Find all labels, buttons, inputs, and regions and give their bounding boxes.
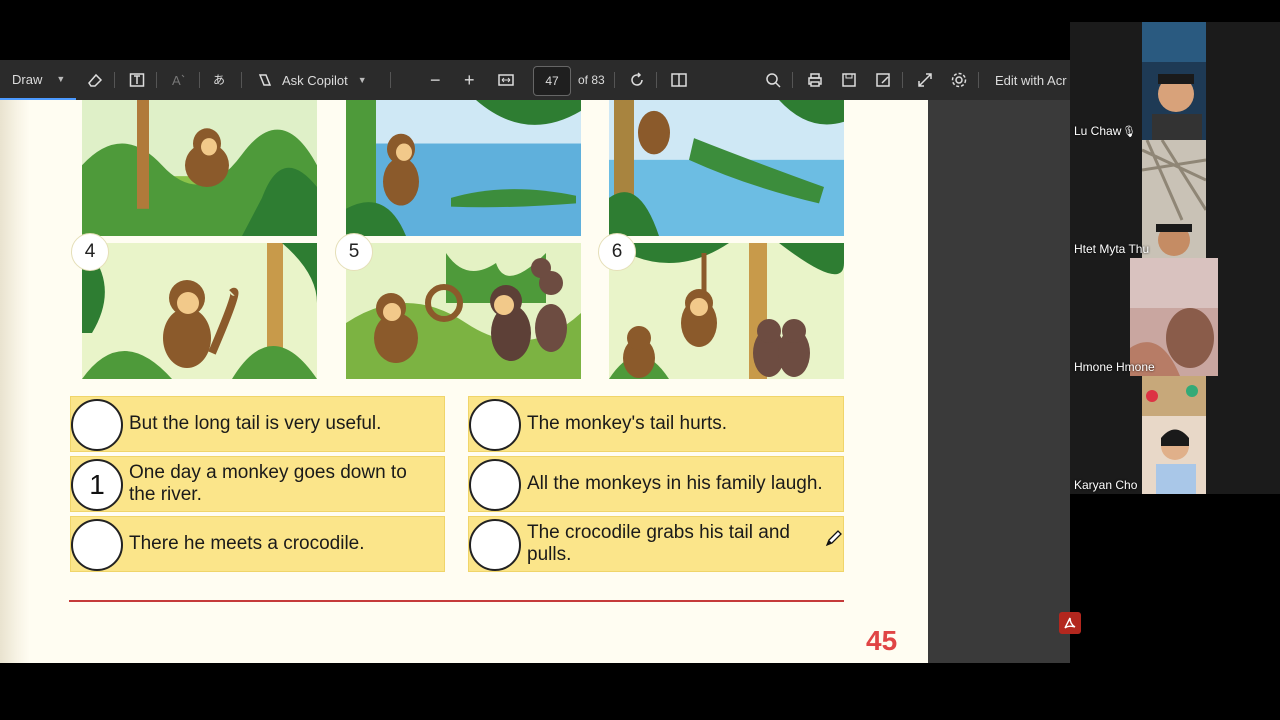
acrobat-icon[interactable] — [1059, 612, 1081, 634]
answer-circle[interactable] — [469, 459, 521, 511]
participant-tile[interactable]: Hmone Hmone — [1070, 258, 1280, 376]
fit-page-icon[interactable] — [497, 60, 515, 100]
story-picture-6 — [609, 243, 844, 379]
sentence-text: But the long tail is very useful. — [129, 413, 382, 434]
save-icon[interactable] — [840, 60, 858, 100]
picture-number-4: 4 — [71, 233, 109, 271]
search-icon[interactable] — [764, 60, 782, 100]
participant-name: Hmone Hmone — [1074, 360, 1155, 374]
chevron-down-icon: ▼ — [357, 75, 367, 85]
sentence-row: All the monkeys in his family laugh. — [468, 456, 844, 512]
participant-name: Karyan Cho — [1074, 478, 1138, 492]
sentence-row: 1 One day a monkey goes down to the rive… — [70, 456, 445, 512]
zoom-out-button[interactable]: − — [430, 60, 441, 100]
fullscreen-icon[interactable] — [916, 60, 934, 100]
story-picture-3 — [609, 100, 844, 236]
participant-tile[interactable]: Htet Myta Thu — [1070, 140, 1280, 258]
draw-label: Draw — [12, 71, 43, 87]
svg-text:あ: あ — [213, 73, 225, 87]
story-picture-4 — [82, 243, 317, 379]
text-box-icon[interactable] — [128, 60, 146, 100]
ask-copilot-label: Ask Copilot — [282, 72, 348, 88]
participant-video — [1142, 140, 1206, 258]
sentence-row: But the long tail is very useful. — [70, 396, 445, 452]
read-aloud-icon[interactable]: A — [170, 60, 188, 100]
page-total: of 83 — [578, 73, 605, 87]
page-number-input[interactable]: 47 — [533, 66, 571, 96]
zoom-in-button[interactable]: + — [464, 60, 475, 100]
printed-page-number: 45 — [866, 625, 898, 656]
sentence-text: There he meets a crocodile. — [129, 533, 365, 554]
story-picture-2 — [346, 100, 581, 236]
muted-mic-icon: 🎙︎ — [1122, 126, 1136, 138]
participant-video — [1130, 258, 1218, 376]
participant-video — [1142, 22, 1206, 140]
sentence-text: The monkey's tail hurts. — [527, 413, 728, 434]
pen-cursor-icon — [824, 528, 844, 553]
sentence-row: The crocodile grabs his tail and pulls. — [468, 516, 844, 572]
participants-panel: Lu Chaw 🎙︎ Htet Myta Thu Hmone Hmone Kar… — [1070, 22, 1280, 494]
pdf-toolbar: Draw ▼ A あ Ask Copilot ▼ − + 47 of 83 Ed… — [0, 60, 1070, 100]
save-as-icon[interactable] — [874, 60, 892, 100]
story-picture-5 — [346, 243, 581, 379]
settings-gear-icon[interactable] — [950, 60, 968, 100]
participant-name: Htet Myta Thu — [1074, 242, 1150, 256]
page-view-icon[interactable] — [670, 60, 688, 100]
participant-tile[interactable]: Lu Chaw 🎙︎ — [1070, 22, 1280, 140]
answer-circle[interactable] — [71, 399, 123, 451]
print-icon[interactable] — [806, 60, 824, 100]
participant-name: Lu Chaw — [1074, 124, 1122, 138]
rotate-icon[interactable] — [628, 60, 646, 100]
sentence-text: All the monkeys in his family laugh. — [527, 473, 823, 494]
story-picture-1 — [82, 100, 317, 236]
pdf-page[interactable]: 4 5 6 But the long tail is very useful. … — [0, 100, 928, 663]
answer-circle[interactable] — [469, 519, 521, 571]
sentence-row: The monkey's tail hurts. — [468, 396, 844, 452]
picture-number-6: 6 — [598, 233, 636, 271]
chevron-down-icon: ▼ — [56, 74, 66, 84]
sentence-row: There he meets a crocodile. — [70, 516, 445, 572]
translate-icon[interactable]: あ — [212, 60, 232, 100]
page-gutter — [0, 100, 30, 663]
participant-video — [1142, 376, 1206, 494]
sentence-text: One day a monkey goes down to the river. — [129, 462, 407, 505]
sentence-text: The crocodile grabs his tail and pulls. — [527, 522, 790, 565]
participant-tile[interactable]: Karyan Cho — [1070, 376, 1280, 494]
answer-circle[interactable] — [469, 399, 521, 451]
svg-text:A: A — [172, 73, 181, 88]
answer-circle[interactable]: 1 — [71, 459, 123, 511]
copilot-icon — [258, 74, 272, 86]
divider-line — [69, 600, 844, 602]
ask-copilot-button[interactable]: Ask Copilot ▼ — [256, 60, 367, 100]
picture-number-5: 5 — [335, 233, 373, 271]
draw-button[interactable]: Draw ▼ — [0, 60, 76, 100]
edit-with-acrobat-button[interactable]: Edit with Acr — [995, 60, 1067, 100]
eraser-icon[interactable] — [86, 60, 104, 100]
answer-circle[interactable] — [71, 519, 123, 571]
